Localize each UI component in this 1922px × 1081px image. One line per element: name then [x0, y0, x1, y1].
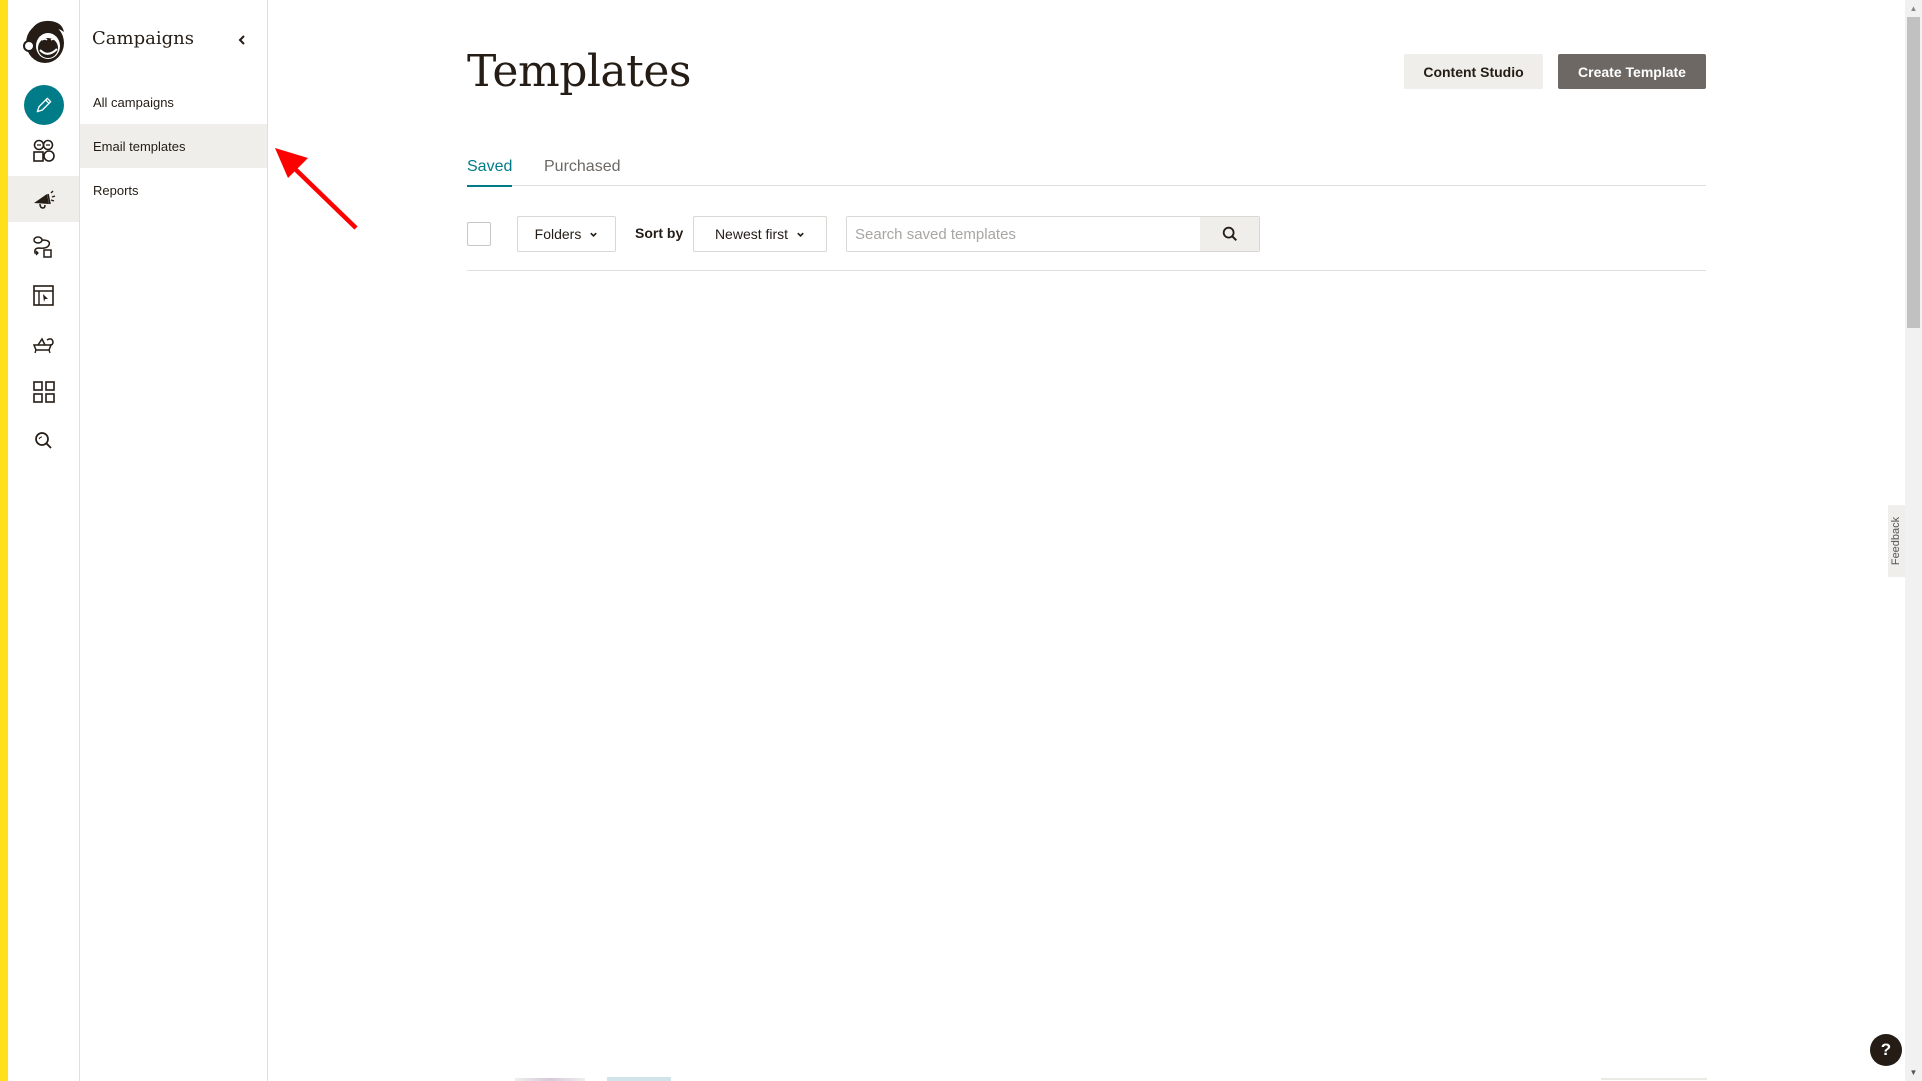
sort-value: Newest first	[714, 226, 789, 242]
subnav-item-label: All campaigns	[93, 94, 174, 110]
subnav-item-label: Reports	[93, 182, 139, 198]
template-tabs: Saved Purchased	[467, 150, 1706, 187]
chevron-left-icon	[238, 35, 245, 45]
subnav-item-all-campaigns[interactable]: All campaigns	[80, 80, 267, 124]
search-button[interactable]	[1200, 217, 1259, 251]
audience-icon	[32, 139, 55, 162]
chevron-down-icon	[590, 232, 598, 237]
scroll-down-arrow-icon[interactable]: ▼	[1905, 1064, 1922, 1081]
tab-purchased[interactable]: Purchased	[544, 158, 621, 185]
create-button[interactable]	[24, 85, 64, 125]
rail-item-integrations[interactable]	[8, 321, 79, 367]
chevron-down-icon	[797, 232, 804, 237]
tab-saved[interactable]: Saved	[467, 158, 513, 187]
megaphone-icon	[33, 190, 55, 209]
search-icon	[1222, 226, 1237, 242]
subnav-item-email-templates[interactable]: Email templates	[80, 124, 267, 168]
collapse-subnav-button[interactable]	[232, 30, 252, 50]
content-studio-button[interactable]: Content Studio	[1404, 54, 1543, 89]
rail-item-automations[interactable]	[8, 224, 79, 270]
icon-rail	[8, 0, 80, 1081]
grid-icon	[32, 381, 55, 403]
sort-dropdown[interactable]: Newest first	[693, 216, 827, 252]
brand-strip	[0, 0, 8, 1081]
feedback-tab[interactable]: Feedback	[1888, 505, 1905, 577]
template-action-peek	[1601, 1078, 1707, 1080]
subnav-title: Campaigns	[92, 28, 194, 49]
rail-item-search[interactable]	[8, 418, 79, 464]
select-all-checkbox[interactable]	[467, 222, 491, 246]
annotation-arrow	[275, 148, 358, 230]
sort-by-label: Sort by	[635, 225, 684, 241]
search-box	[846, 216, 1260, 252]
rail-item-content[interactable]	[8, 369, 79, 415]
campaigns-subnav: Campaigns All campaigns Email templates …	[80, 0, 268, 1081]
template-name-peek	[607, 1077, 671, 1081]
mailchimp-logo-icon[interactable]	[20, 16, 68, 66]
subnav-item-reports[interactable]: Reports	[80, 168, 267, 212]
search-icon	[34, 432, 52, 449]
folders-dropdown[interactable]: Folders	[517, 216, 616, 252]
search-templates-input[interactable]	[847, 217, 1200, 251]
rail-item-website[interactable]	[8, 273, 79, 319]
folders-label: Folders	[534, 226, 582, 242]
help-button[interactable]: ?	[1870, 1034, 1902, 1066]
subnav-item-label: Email templates	[93, 138, 186, 154]
filter-toolbar: Folders Sort by Newest first	[467, 216, 1706, 271]
integrations-icon	[32, 337, 54, 354]
website-cursor-icon	[32, 285, 54, 306]
scroll-up-arrow-icon[interactable]: ▲	[1905, 0, 1922, 17]
rail-item-audience[interactable]	[8, 128, 79, 174]
create-template-button[interactable]: Create Template	[1558, 54, 1706, 89]
page-scrollbar[interactable]: ▲ ▼	[1905, 0, 1922, 1081]
rail-item-campaigns[interactable]	[8, 176, 79, 222]
scroll-thumb[interactable]	[1907, 17, 1920, 328]
automation-flow-icon	[32, 236, 52, 258]
feedback-label: Feedback	[1890, 516, 1903, 566]
page-title: Templates	[467, 46, 691, 97]
pencil-icon	[36, 97, 52, 113]
